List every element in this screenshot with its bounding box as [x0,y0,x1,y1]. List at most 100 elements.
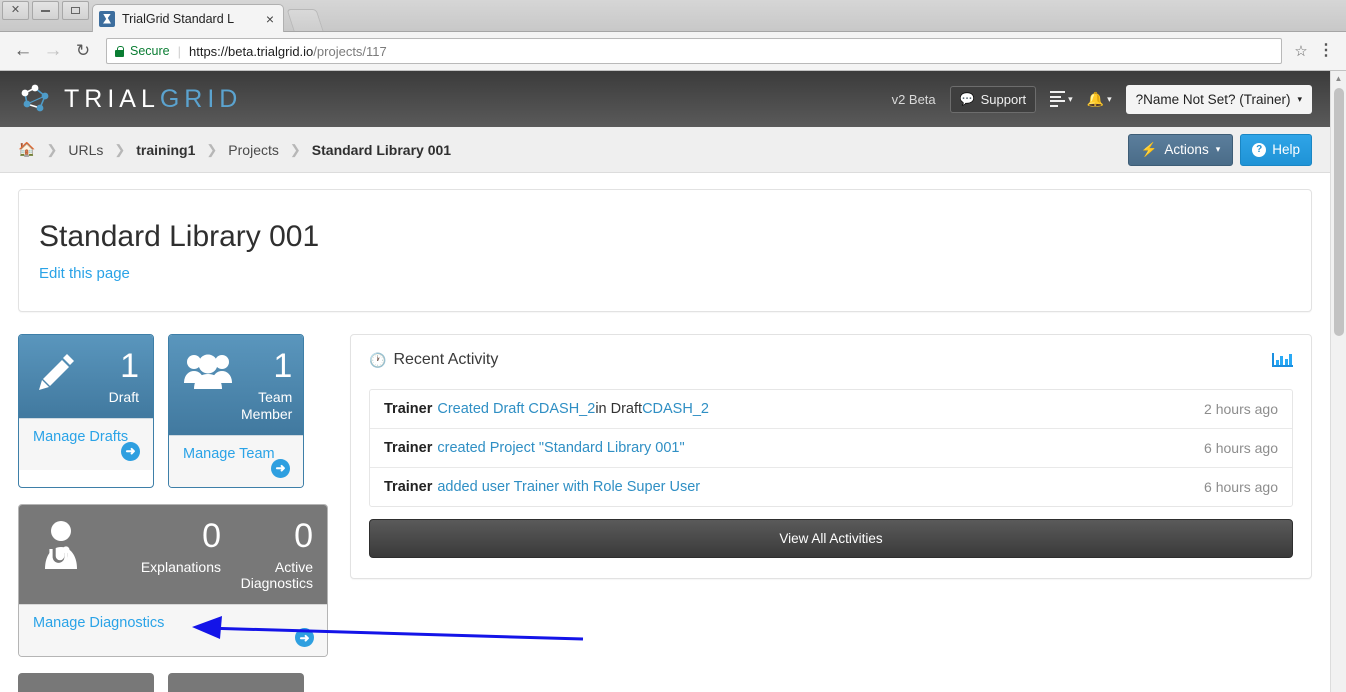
browser-titlebar: ✕ TrialGrid Standard L × [0,0,1346,32]
users-icon [184,354,232,389]
actions-button[interactable]: ⚡ Actions ▾ [1127,133,1234,166]
dashboard-grid: 1 Draft Manage Drafts ➜ 1 Team Member Ma… [18,334,1312,692]
activity-actor: Trainer [384,401,433,417]
clock-icon: 🕐 [369,351,387,368]
activity-link[interactable]: created Project "Standard Library 001" [437,440,684,456]
activity-link[interactable]: added user Trainer with Role Super User [437,479,700,495]
stat-label: Active Diagnostics [240,558,313,592]
user-menu-label: ?Name Not Set? (Trainer) [1135,91,1291,107]
stat-value: 0 [294,516,313,555]
breadcrumb-separator: ❯ [46,141,58,157]
support-label: Support [980,91,1027,107]
actions-label: Actions [1164,142,1209,157]
page-title-card: Standard Library 001 Edit this page [18,189,1312,312]
stat-card-partial-edits[interactable] [168,673,304,692]
stat-unit: 1 Draft [109,349,139,406]
chevron-down-icon: ▾ [1297,93,1302,104]
page-title: Standard Library 001 [39,220,320,253]
url-host: https://beta.trialgrid.io [189,43,314,59]
brand-second: GRID [159,84,243,113]
stat-label: Explanations [140,558,221,575]
stat-unit: 0 Explanations [141,519,221,593]
brand-wordmark: TRIALGRID [64,85,242,114]
stat-unit: 1 Team Member [241,349,292,423]
stat-card-row-bottom-partial [18,673,336,692]
stat-card-partial-documents[interactable] [18,673,154,692]
activity-timestamp: 2 hours ago [1204,401,1278,417]
lock-icon [115,45,124,57]
scroll-up-arrow-icon[interactable]: ▲ [1331,71,1346,86]
new-tab-button[interactable] [286,9,324,31]
manage-drafts-link[interactable]: Manage Drafts [33,429,128,445]
breadcrumb-bar: 🏠 ❯ URLs ❯ training1 ❯ Projects ❯ Standa… [0,127,1330,173]
stat-card-column: 1 Draft Manage Drafts ➜ 1 Team Member Ma… [18,334,336,692]
reload-icon[interactable]: ↻ [68,36,98,66]
activity-column: 🕐 Recent Activity Trainer Created Draft … [350,334,1312,579]
page-viewport: TRIALGRID v2 Beta 💬 Support ▾ 🔔 ▾ ?Name … [0,71,1346,692]
activity-actor: Trainer [384,440,433,456]
window-close-button[interactable]: ✕ [2,1,29,20]
secure-label: Secure [130,44,170,58]
trialgrid-network-icon [21,84,49,112]
breadcrumb-separator: ❯ [206,141,218,157]
activity-row: Trainer added user Trainer with Role Sup… [370,468,1292,506]
browser-tab-title: TrialGrid Standard L [122,11,235,26]
support-button[interactable]: 💬 Support [949,85,1037,113]
chat-bubble-icon: 💬 [959,92,975,106]
manage-diagnostics-link[interactable]: Manage Diagnostics [33,615,164,631]
browser-tab[interactable]: TrialGrid Standard L × [92,4,284,32]
tab-close-icon[interactable]: × [263,12,277,26]
arrow-right-circle-icon[interactable]: ➜ [271,458,290,478]
activity-link[interactable]: CDASH_2 [642,401,709,417]
main-content: Standard Library 001 Edit this page 1 Dr… [0,173,1330,692]
user-menu-button[interactable]: ?Name Not Set? (Trainer) ▾ [1125,84,1312,114]
chevron-down-icon: ▾ [1068,93,1073,104]
manage-team-link[interactable]: Manage Team [183,446,275,462]
stat-card-diagnostics-values: 0 Explanations 0 Active Diagnostics [97,519,313,593]
back-icon[interactable]: ← [8,36,38,66]
stat-value: 1 [273,347,293,385]
bar-chart-icon[interactable] [1271,353,1293,367]
stat-card-draft-values: 1 Draft [87,349,139,406]
stat-label: Draft [108,389,139,405]
activity-timestamp: 6 hours ago [1204,440,1278,456]
browser-toolbar: ← → ↻ Secure | https://beta.trialgrid.io… [0,32,1346,71]
bookmark-star-icon[interactable]: ☆ [1288,42,1314,60]
question-mark-icon: ? [1252,142,1267,157]
arrow-right-circle-icon[interactable]: ➜ [295,628,314,648]
breadcrumb-item-projects[interactable]: Projects [228,142,279,158]
help-label: Help [1272,142,1300,157]
arrow-right-circle-icon[interactable]: ➜ [121,441,140,461]
stat-card-draft-body: 1 Draft [19,335,153,418]
window-minimize-button[interactable] [32,1,59,20]
edit-this-page-link[interactable]: Edit this page [39,265,130,282]
breadcrumb-item-training1[interactable]: training1 [136,142,195,158]
header-right-group: v2 Beta 💬 Support ▾ 🔔 ▾ ?Name Not Set? (… [892,84,1312,114]
recent-activity-header: 🕐 Recent Activity [369,351,1293,369]
bell-icon: 🔔 [1086,90,1105,107]
view-all-activities-button[interactable]: View All Activities [369,519,1293,558]
page-scrollbar[interactable]: ▲ [1330,71,1346,692]
window-maximize-button[interactable] [62,1,89,20]
browser-menu-icon[interactable]: ⋮ [1314,42,1338,58]
app-header: TRIALGRID v2 Beta 💬 Support ▾ 🔔 ▾ ?Name … [0,71,1330,127]
stat-card-diagnostics: 0 Explanations 0 Active Diagnostics Mana… [18,503,328,658]
tasks-menu-button[interactable]: ▾ [1050,91,1073,107]
brand-logo[interactable]: TRIALGRID [18,84,242,114]
activity-link[interactable]: Created Draft CDASH_2 [437,401,595,417]
brand-first: TRIAL [64,84,160,113]
home-icon[interactable]: 🏠 [18,141,35,158]
recent-activity-title: Recent Activity [393,351,499,368]
breadcrumb-separator: ❯ [289,141,301,157]
address-bar[interactable]: Secure | https://beta.trialgrid.io/proje… [106,38,1282,64]
breadcrumb-item-current: Standard Library 001 [311,141,452,158]
scrollbar-thumb[interactable] [1334,88,1344,336]
notifications-menu-button[interactable]: 🔔 ▾ [1087,91,1112,108]
doctor-icon [45,520,77,569]
url-path: /projects/117 [313,43,387,59]
help-button[interactable]: ? Help [1240,133,1312,166]
trialgrid-app: TRIALGRID v2 Beta 💬 Support ▾ 🔔 ▾ ?Name … [0,71,1330,692]
stat-label: Team Member [241,389,293,422]
breadcrumb-item-urls[interactable]: URLs [68,142,103,158]
stat-card-row-top: 1 Draft Manage Drafts ➜ 1 Team Member Ma… [18,334,336,488]
